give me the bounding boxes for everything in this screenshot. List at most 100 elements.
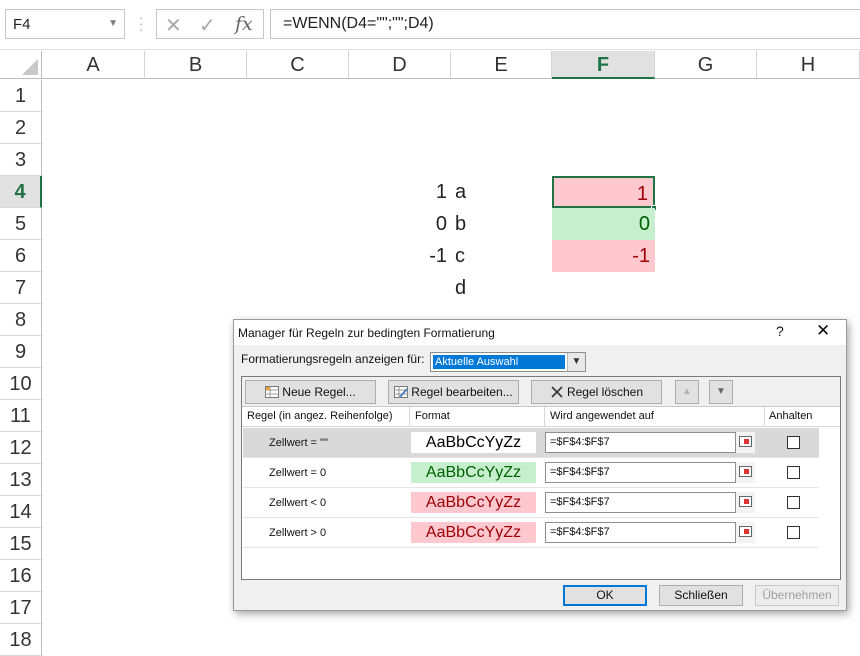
row-header-7[interactable]: 7: [0, 272, 42, 304]
row-header-16[interactable]: 16: [0, 560, 42, 592]
column-header-c[interactable]: C: [247, 51, 349, 79]
delete-rule-label: Regel löschen: [566, 385, 644, 399]
formula-bar: F4 ▼ · · · ✕ ✓ fx =WENN(D4="";"";D4): [0, 0, 860, 50]
name-box[interactable]: F4 ▼: [5, 9, 125, 39]
check-icon[interactable]: ✓: [199, 13, 216, 38]
column-header-applies-to: Wird angewendet auf: [550, 410, 654, 422]
chevron-down-icon[interactable]: ▼: [567, 353, 585, 371]
cell-e6[interactable]: c: [451, 240, 552, 272]
range-selector-button[interactable]: [735, 522, 755, 543]
column-divider: [764, 407, 765, 427]
applies-to-input[interactable]: =$F$4:$F$7: [545, 462, 755, 483]
column-header-rule: Regel (in angez. Reihenfolge): [247, 410, 393, 422]
row-header-13[interactable]: 13: [0, 464, 42, 496]
cell-f5[interactable]: 0: [552, 208, 655, 240]
select-all-button[interactable]: [0, 51, 42, 79]
range-selector-button[interactable]: [735, 492, 755, 513]
column-divider: [544, 407, 545, 427]
cell-e5[interactable]: b: [451, 208, 552, 240]
row-header-18[interactable]: 18: [0, 624, 42, 656]
applies-to-input[interactable]: =$F$4:$F$7: [545, 522, 755, 543]
rule-name: Zellwert = 0: [269, 467, 327, 479]
cell-e4[interactable]: a: [451, 176, 552, 208]
help-button[interactable]: ?: [776, 323, 784, 339]
stop-if-true-checkbox[interactable]: [787, 526, 800, 539]
cell-d5[interactable]: 0: [349, 208, 451, 240]
cell-d6[interactable]: -1: [349, 240, 451, 272]
insert-function-button[interactable]: fx: [235, 13, 253, 35]
close-icon[interactable]: ✕: [816, 321, 830, 341]
column-header-f[interactable]: F: [552, 51, 655, 79]
formula-bar-grip-icon[interactable]: · · ·: [139, 11, 143, 36]
formula-input[interactable]: =WENN(D4="";"";D4): [270, 9, 860, 39]
range-selector-icon: [739, 436, 752, 447]
rule-row[interactable]: Zellwert < 0 AaBbCcYyZz =$F$4:$F$7: [243, 488, 819, 518]
range-selector-button[interactable]: [735, 432, 755, 453]
row-header-10[interactable]: 10: [0, 368, 42, 400]
ok-button[interactable]: OK: [563, 585, 647, 606]
row-header-14[interactable]: 14: [0, 496, 42, 528]
row-header-9[interactable]: 9: [0, 336, 42, 368]
cell-e7[interactable]: d: [451, 272, 552, 304]
column-header-e[interactable]: E: [451, 51, 552, 79]
rule-format-preview: AaBbCcYyZz: [411, 432, 536, 453]
range-selector-icon: [739, 496, 752, 507]
rule-format-preview: AaBbCcYyZz: [411, 522, 536, 543]
row-header-12[interactable]: 12: [0, 432, 42, 464]
column-header-g[interactable]: G: [655, 51, 757, 79]
applies-to-input[interactable]: =$F$4:$F$7: [545, 492, 755, 513]
row-header-2[interactable]: 2: [0, 112, 42, 144]
move-down-button[interactable]: ▼: [709, 380, 733, 404]
applies-to-input[interactable]: =$F$4:$F$7: [545, 432, 755, 453]
edit-rule-label: Regel bearbeiten...: [411, 385, 513, 399]
row-header-6[interactable]: 6: [0, 240, 42, 272]
stop-if-true-checkbox[interactable]: [787, 466, 800, 479]
select-all-icon: [22, 59, 38, 75]
formula-buttons: ✕ ✓ fx: [156, 9, 264, 39]
cell-d4[interactable]: 1: [349, 176, 451, 208]
cancel-icon[interactable]: ✕: [165, 13, 182, 38]
cell-f6[interactable]: -1: [552, 240, 655, 272]
row-header-15[interactable]: 15: [0, 528, 42, 560]
range-selector-icon: [739, 466, 752, 477]
dialog-title-bar[interactable]: Manager für Regeln zur bedingten Formati…: [234, 320, 846, 345]
rules-panel: Neue Regel... Regel bearbeiten... Regel …: [241, 376, 841, 580]
delete-icon: [551, 386, 563, 398]
show-rules-select[interactable]: Aktuelle Auswahl ▼: [430, 352, 586, 372]
row-header-3[interactable]: 3: [0, 144, 42, 176]
edit-rule-button[interactable]: Regel bearbeiten...: [388, 380, 519, 404]
range-selector-button[interactable]: [735, 462, 755, 483]
row-header-1[interactable]: 1: [0, 80, 42, 112]
delete-rule-button[interactable]: Regel löschen: [531, 380, 662, 404]
rule-format-preview: AaBbCcYyZz: [411, 462, 536, 483]
row-header-11[interactable]: 11: [0, 400, 42, 432]
rule-name: Zellwert < 0: [269, 497, 327, 509]
column-header-d[interactable]: D: [349, 51, 451, 79]
rule-row[interactable]: Zellwert = 0 AaBbCcYyZz =$F$4:$F$7: [243, 458, 819, 488]
conditional-formatting-dialog: Manager für Regeln zur bedingten Formati…: [233, 319, 847, 611]
show-rules-label: Formatierungsregeln anzeigen für:: [241, 352, 425, 366]
move-up-button[interactable]: ▲: [675, 380, 699, 404]
edit-rule-icon: [394, 386, 409, 398]
dialog-title: Manager für Regeln zur bedingten Formati…: [238, 326, 495, 340]
row-header-4[interactable]: 4: [0, 176, 42, 208]
column-header-h[interactable]: H: [757, 51, 860, 79]
rule-row[interactable]: Zellwert = "" AaBbCcYyZz =$F$4:$F$7: [243, 428, 819, 458]
stop-if-true-checkbox[interactable]: [787, 436, 800, 449]
row-header-17[interactable]: 17: [0, 592, 42, 624]
stop-if-true-checkbox[interactable]: [787, 496, 800, 509]
cell-f4[interactable]: 1: [552, 176, 655, 208]
column-header-a[interactable]: A: [42, 51, 145, 79]
close-button[interactable]: Schließen: [659, 585, 743, 606]
chevron-down-icon[interactable]: ▼: [108, 18, 118, 29]
column-header-stop: Anhalten: [769, 410, 813, 422]
new-rule-button[interactable]: Neue Regel...: [245, 380, 376, 404]
excel-window: F4 ▼ · · · ✕ ✓ fx =WENN(D4="";"";D4) A B C…: [0, 0, 860, 656]
apply-button[interactable]: Übernehmen: [755, 585, 839, 606]
rule-name: Zellwert > 0: [269, 527, 327, 539]
row-header-5[interactable]: 5: [0, 208, 42, 240]
rule-row[interactable]: Zellwert > 0 AaBbCcYyZz =$F$4:$F$7: [243, 518, 819, 548]
row-header-8[interactable]: 8: [0, 304, 42, 336]
column-header-b[interactable]: B: [145, 51, 247, 79]
column-header-format: Format: [415, 410, 450, 422]
